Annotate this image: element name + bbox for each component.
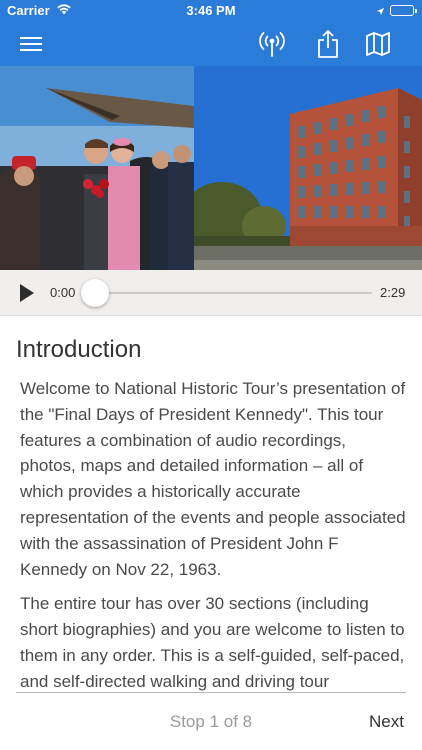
paragraph-1: Welcome to National Historic Tour’s pres… [20,379,406,579]
broadcast-icon[interactable] [255,28,289,60]
status-bar: Carrier 3:46 PM [0,0,422,22]
map-icon[interactable] [361,28,395,60]
audio-player: 0:00 2:29 [0,270,422,316]
elapsed-time: 0:00 [50,285,76,300]
battery-icon [390,5,417,16]
share-icon[interactable] [311,28,345,60]
paragraph-2: The entire tour has over 30 sections (in… [20,594,405,691]
description-text[interactable]: Welcome to National Historic Tour’s pres… [20,376,406,692]
location-arrow-icon [376,4,385,19]
divider [16,692,406,693]
hamburger-menu-icon[interactable] [14,28,48,60]
next-button[interactable]: Next [369,712,404,732]
play-icon[interactable] [14,281,38,305]
progress-track[interactable] [94,292,372,294]
clock: 3:46 PM [186,3,236,18]
section-title: Introduction [16,336,142,363]
duration-time: 2:29 [380,285,406,300]
stop-counter: Stop 1 of 8 [169,712,253,731]
nav-bar [0,22,422,66]
hero-images [0,66,422,270]
progress-thumb[interactable] [81,279,109,307]
brick-building-photo [194,66,422,270]
kennedy-airfield-photo [0,66,194,270]
